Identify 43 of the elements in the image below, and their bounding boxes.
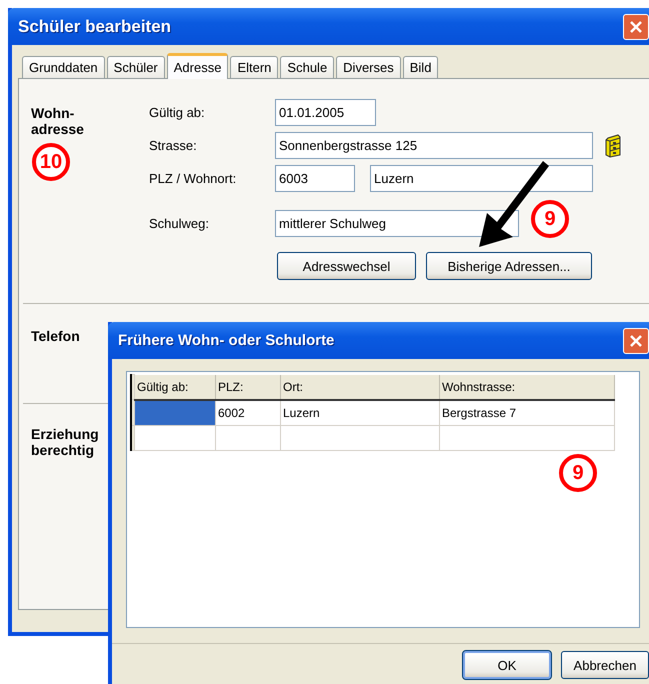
column-header[interactable]: PLZ:: [216, 374, 280, 400]
column-header[interactable]: Wohnstrasse:: [440, 374, 614, 400]
field-label: Strasse:: [149, 138, 198, 153]
grid-cell: 6002: [216, 400, 280, 425]
date-field[interactable]: 01.01.2005: [275, 99, 376, 126]
section-heading: Telefon: [31, 328, 80, 344]
column-header[interactable]: Gültig ab:: [134, 374, 216, 400]
grid-cell: Luzern: [280, 400, 440, 425]
street-field[interactable]: Sonnenbergstrasse 125: [275, 132, 593, 159]
tab[interactable]: Adresse: [166, 53, 228, 79]
dialog-button[interactable]: OK: [463, 651, 551, 679]
tab[interactable]: Schüler: [106, 56, 165, 78]
close-icon: [629, 20, 643, 34]
close-icon: [629, 334, 643, 348]
filing-cabinet-icon[interactable]: [605, 134, 621, 158]
callout-marker: 9: [531, 200, 569, 238]
close-button[interactable]: [623, 328, 649, 354]
section-heading: Wohn-: [31, 105, 74, 121]
zip-field[interactable]: 6003: [275, 165, 355, 192]
callout-marker: 9: [559, 454, 597, 492]
section-heading: adresse: [31, 121, 84, 137]
action-button[interactable]: Adresswechsel: [277, 252, 416, 280]
tab[interactable]: Schule: [280, 56, 334, 78]
tab[interactable]: Grunddaten: [22, 56, 105, 78]
tab[interactable]: Diverses: [336, 56, 401, 78]
close-button[interactable]: [623, 14, 649, 40]
tab[interactable]: Eltern: [230, 56, 278, 78]
action-button[interactable]: Bisherige Adressen...: [426, 252, 592, 280]
city-field[interactable]: Luzern: [370, 165, 593, 192]
grid-cell[interactable]: [134, 400, 216, 425]
field-label: PLZ / Wohnort:: [149, 171, 238, 186]
field-label: Gültig ab:: [149, 105, 206, 120]
tab[interactable]: Bild: [402, 56, 438, 78]
window-title: Frühere Wohn- oder Schulorte: [118, 332, 334, 349]
callout-marker: 10: [32, 143, 70, 181]
column-header[interactable]: Ort:: [280, 374, 440, 400]
section-heading: berechtig: [31, 442, 94, 458]
window-title: Schüler bearbeiten: [18, 16, 172, 36]
dialog-button[interactable]: Abbrechen: [561, 651, 649, 679]
field-label: Schulweg:: [149, 216, 210, 230]
route-field[interactable]: mittlerer Schulweg: [275, 210, 519, 236]
grid-cell: Bergstrasse 7: [440, 400, 614, 425]
section-heading: Erziehung: [31, 426, 99, 442]
